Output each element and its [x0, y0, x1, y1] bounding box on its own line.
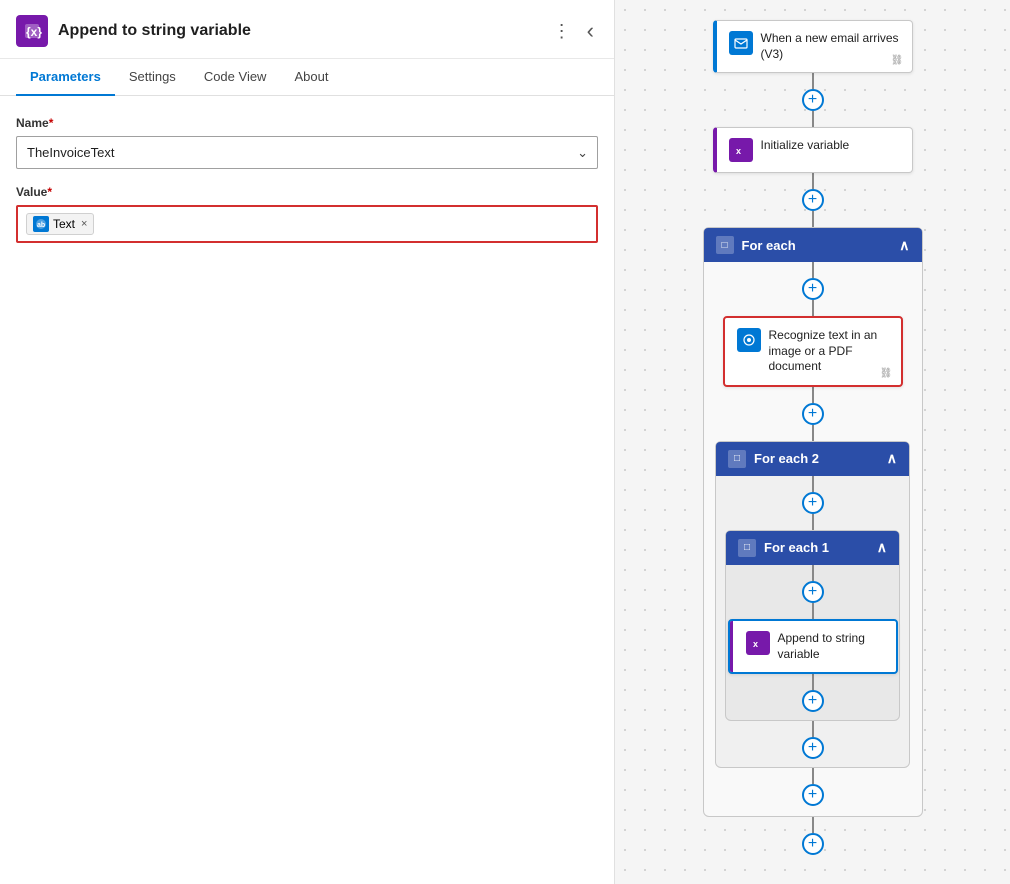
foreach2-header[interactable]: □ For each 2 ∧	[716, 442, 909, 476]
init-node-text: Initialize variable	[761, 138, 850, 154]
add-step-5[interactable]: +	[802, 492, 824, 514]
variable-icon: x	[729, 138, 753, 162]
add-step-3[interactable]: +	[802, 278, 824, 300]
add-step-9[interactable]: +	[802, 784, 824, 806]
close-panel-button[interactable]: ‹	[583, 14, 598, 48]
panel-title: Append to string variable	[58, 22, 539, 40]
panel-body: Name* TheInvoiceText ⌄ Value* ab Text ×	[0, 96, 614, 884]
connector-14	[812, 721, 814, 737]
connector-13	[812, 674, 814, 690]
add-step-1[interactable]: +	[802, 89, 824, 111]
recognize-node-text: Recognize text in an image or a PDF docu…	[769, 328, 889, 375]
foreach1-collapse-button[interactable]: ∧	[877, 539, 887, 556]
more-options-button[interactable]: ⋮	[549, 17, 575, 46]
text-token: ab Text ×	[26, 213, 94, 235]
foreach2-collapse-button[interactable]: ∧	[887, 450, 897, 467]
append-node-text: Append to string variable	[778, 631, 884, 662]
token-text: Text	[53, 217, 75, 231]
tab-code-view[interactable]: Code View	[190, 59, 281, 96]
value-label: Value*	[16, 185, 598, 199]
recognize-link-icon: ⛓	[880, 368, 893, 379]
svg-text:x: x	[753, 639, 758, 649]
foreach-label: For each	[742, 238, 796, 253]
foreach-icon: □	[716, 236, 734, 254]
connector-6	[812, 300, 814, 316]
link-icon: ⛓	[891, 55, 904, 66]
add-step-8[interactable]: +	[802, 737, 824, 759]
dots-vertical-icon: ⋮	[553, 21, 571, 42]
email-icon	[729, 31, 753, 55]
foreach1-header-left: □ For each 1	[738, 539, 829, 557]
right-panel: When a new email arrives (V3) ⛓ + x Init…	[615, 0, 1010, 884]
foreach-collapse-button[interactable]: ∧	[899, 237, 909, 254]
foreach2-container: □ For each 2 ∧ + □ For each 1 ∧	[715, 441, 910, 768]
tab-settings[interactable]: Settings	[115, 59, 190, 96]
foreach1-container: □ For each 1 ∧ + x	[725, 530, 900, 721]
init-variable-node[interactable]: x Initialize variable	[713, 127, 913, 173]
connector-16	[812, 817, 814, 833]
svg-text:x: x	[736, 146, 741, 156]
tab-about[interactable]: About	[280, 59, 342, 96]
foreach-header-left: □ For each	[716, 236, 796, 254]
add-step-2[interactable]: +	[802, 189, 824, 211]
connector-11	[812, 565, 814, 581]
connector-5	[812, 262, 814, 278]
panel-icon: {x}	[16, 15, 48, 47]
append-string-node[interactable]: x Append to string variable	[728, 619, 898, 674]
email-node-text: When a new email arrives (V3)	[761, 31, 900, 62]
name-select[interactable]: TheInvoiceText	[16, 136, 598, 169]
connector-12	[812, 603, 814, 619]
token-close-button[interactable]: ×	[81, 218, 87, 230]
connector-9	[812, 476, 814, 492]
left-panel: {x} Append to string variable ⋮ ‹ Parame…	[0, 0, 615, 884]
connector-10	[812, 514, 814, 530]
foreach-container: □ For each ∧ + Recognize text in an imag…	[703, 227, 923, 817]
tab-parameters[interactable]: Parameters	[16, 59, 115, 96]
connector-3	[812, 173, 814, 189]
connector-8	[812, 425, 814, 441]
add-step-10[interactable]: +	[802, 833, 824, 855]
flow-container: When a new email arrives (V3) ⛓ + x Init…	[703, 20, 923, 855]
chevron-left-icon: ‹	[587, 18, 594, 44]
foreach2-label: For each 2	[754, 451, 819, 466]
svg-text:ab: ab	[37, 222, 45, 229]
value-field[interactable]: ab Text ×	[16, 205, 598, 243]
add-step-7[interactable]: +	[802, 690, 824, 712]
connector-1	[812, 73, 814, 89]
connector-4	[812, 211, 814, 227]
connector-7	[812, 387, 814, 403]
connector-15	[812, 768, 814, 784]
tabs-bar: Parameters Settings Code View About	[0, 59, 614, 96]
name-label: Name*	[16, 116, 598, 130]
foreach-header[interactable]: □ For each ∧	[704, 228, 922, 262]
add-step-4[interactable]: +	[802, 403, 824, 425]
name-select-wrapper: TheInvoiceText ⌄	[16, 136, 598, 169]
svg-text:{x}: {x}	[26, 25, 42, 39]
foreach2-icon: □	[728, 450, 746, 468]
token-icon: ab	[33, 216, 49, 232]
panel-header: {x} Append to string variable ⋮ ‹	[0, 0, 614, 59]
header-actions: ⋮ ‹	[549, 14, 598, 48]
add-step-6[interactable]: +	[802, 581, 824, 603]
foreach1-label: For each 1	[764, 540, 829, 555]
foreach2-header-left: □ For each 2	[728, 450, 819, 468]
foreach1-icon: □	[738, 539, 756, 557]
recognize-icon	[737, 328, 761, 352]
foreach1-header[interactable]: □ For each 1 ∧	[726, 531, 899, 565]
recognize-node[interactable]: Recognize text in an image or a PDF docu…	[723, 316, 903, 387]
email-node[interactable]: When a new email arrives (V3) ⛓	[713, 20, 913, 73]
connector-2	[812, 111, 814, 127]
append-icon: x	[746, 631, 770, 655]
